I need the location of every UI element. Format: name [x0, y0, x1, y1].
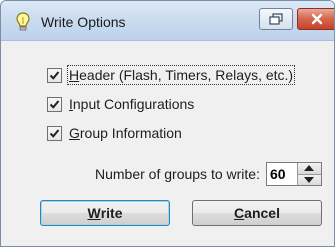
- close-icon: [311, 13, 323, 25]
- restore-button[interactable]: [259, 8, 293, 30]
- groups-count-stepper[interactable]: 60: [265, 162, 322, 186]
- decrement-button[interactable]: [297, 173, 321, 185]
- header-checkbox[interactable]: [47, 67, 62, 83]
- checkmark-icon: [49, 99, 60, 109]
- groups-count-row: Number of groups to write: 60: [95, 162, 322, 186]
- option-input-configurations[interactable]: Input Configurations: [47, 95, 194, 113]
- groups-count-input[interactable]: 60: [267, 163, 297, 185]
- close-button[interactable]: [297, 8, 334, 30]
- input-configurations-checkbox[interactable]: [47, 96, 62, 112]
- stepper-buttons: [296, 163, 321, 185]
- dialog-content: Header (Flash, Timers, Relays, etc.) Inp…: [1, 42, 334, 246]
- arrow-up-icon: [304, 165, 315, 172]
- restore-window-icon: [269, 13, 283, 25]
- lightbulb-icon: [16, 12, 30, 31]
- write-options-dialog: Write Options Header (Flash, Timers, Rel…: [0, 0, 335, 247]
- input-configurations-label[interactable]: Input Configurations: [69, 96, 194, 112]
- groups-count-label: Number of groups to write:: [95, 166, 260, 182]
- group-information-label[interactable]: Group Information: [69, 125, 182, 141]
- arrow-down-icon: [304, 176, 315, 183]
- checkmark-icon: [49, 128, 60, 138]
- cancel-button[interactable]: Cancel: [192, 200, 322, 226]
- checkmark-icon: [49, 70, 60, 80]
- option-header[interactable]: Header (Flash, Timers, Relays, etc.): [47, 65, 296, 85]
- window-title: Write Options: [41, 14, 126, 30]
- increment-button[interactable]: [297, 163, 321, 174]
- title-bar[interactable]: Write Options: [1, 1, 334, 41]
- group-information-checkbox[interactable]: [47, 125, 62, 141]
- header-option-label[interactable]: Header (Flash, Timers, Relays, etc.): [66, 65, 296, 85]
- write-button[interactable]: Write: [40, 200, 170, 226]
- option-group-information[interactable]: Group Information: [47, 124, 182, 142]
